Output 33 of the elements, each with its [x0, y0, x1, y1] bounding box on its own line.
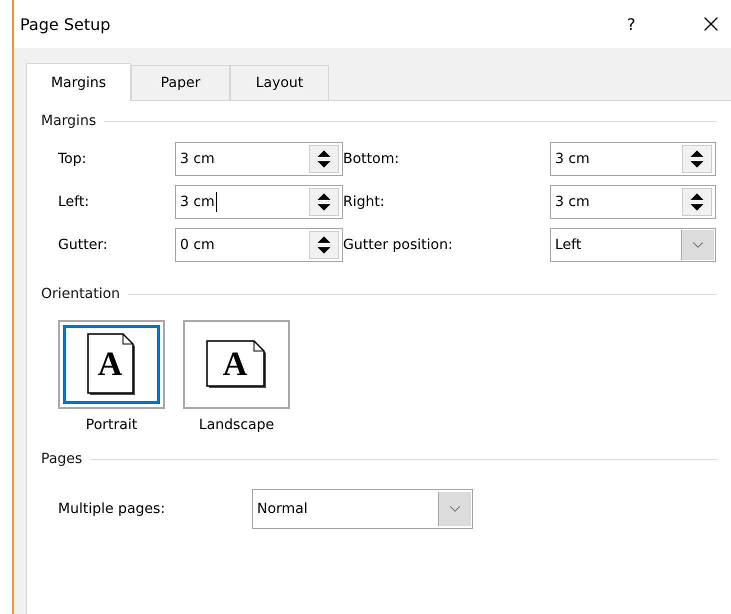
spin-field[interactable]: 3 cm: [550, 142, 716, 176]
spin-field[interactable]: 3 cm: [175, 142, 343, 176]
section-heading: Orientation: [41, 286, 120, 302]
section-heading: Pages: [41, 451, 82, 467]
spin-buttons-icon[interactable]: [309, 188, 339, 216]
spin-buttons-icon[interactable]: [309, 231, 339, 259]
spin-buttons-icon[interactable]: [309, 145, 339, 173]
field-label: Left:: [58, 194, 90, 210]
tab[interactable]: Layout: [230, 65, 329, 100]
dropdown-field[interactable]: Left: [550, 228, 716, 262]
field-label: Gutter:: [58, 237, 109, 253]
help-button[interactable]: ?: [627, 14, 647, 34]
option-label: Portrait: [86, 417, 138, 433]
spin-field[interactable]: 3 cm: [550, 185, 716, 219]
section-heading: Margins: [41, 113, 96, 129]
field-label: Gutter position:: [343, 237, 454, 253]
spin-buttons-icon[interactable]: [682, 188, 712, 216]
landscape-page-icon: A: [206, 340, 267, 389]
field-label: Multiple pages:: [58, 501, 166, 517]
spin-field[interactable]: 0 cm: [175, 228, 343, 262]
orientation-option[interactable]: A: [183, 320, 290, 409]
portrait-page-icon: A: [87, 333, 136, 396]
spin-buttons-icon[interactable]: [682, 145, 712, 173]
field-label: Bottom:: [343, 151, 400, 167]
tab[interactable]: Margins: [26, 63, 131, 101]
field-label: Top:: [58, 151, 88, 167]
window-title: Page Setup: [20, 14, 112, 34]
dropdown-field[interactable]: Normal: [252, 489, 473, 529]
orientation-option[interactable]: A: [58, 320, 165, 409]
spin-field[interactable]: 3 cm: [175, 185, 343, 219]
option-label: Landscape: [198, 417, 274, 433]
field-label: Right:: [343, 194, 386, 210]
tab[interactable]: Paper: [131, 65, 230, 100]
